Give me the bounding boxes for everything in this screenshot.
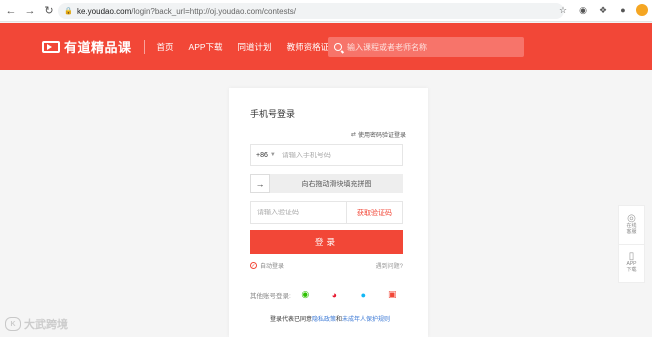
browser-toolbar: ← → ↻ 🔒 ke.youdao.com/login?back_url=htt…	[0, 0, 652, 22]
reload-icon[interactable]: ↻	[41, 3, 57, 19]
phone-input[interactable]	[281, 151, 392, 159]
orange-extension-icon[interactable]	[636, 4, 648, 16]
search-box	[328, 37, 524, 57]
terms-prefix: 登录代表已同意	[270, 317, 313, 323]
chevron-down-icon[interactable]: ▼	[270, 152, 276, 158]
captcha-slider: → 向右拖动滑块填充拼图	[250, 174, 403, 193]
headset-icon: ◎	[627, 212, 636, 224]
app-download-button[interactable]: ▯ APP 下载	[619, 244, 644, 282]
country-code-select[interactable]: +86	[256, 152, 268, 159]
other-login-row: 其他账号登录: ◉ ◕ ● ▣	[250, 289, 399, 300]
qq-icon[interactable]: ●	[357, 289, 370, 300]
back-icon[interactable]: ←	[3, 3, 19, 19]
switch-icon: ⇄	[350, 132, 356, 138]
privacy-policy-link[interactable]: 隐私政策	[312, 317, 336, 323]
logo-play-icon	[42, 40, 60, 53]
verification-code-input[interactable]	[257, 209, 342, 216]
code-field: 获取验证码	[250, 201, 403, 224]
get-code-button[interactable]: 获取验证码	[347, 208, 402, 218]
phone-field: +86 ▼	[250, 144, 403, 166]
phone-icon: ▯	[628, 251, 635, 262]
profile-icon[interactable]: ●	[616, 3, 630, 17]
minor-protection-link[interactable]: 未成年人保护规则	[342, 317, 390, 323]
switch-to-password-login[interactable]: ⇄ 使用密码验证登录	[351, 130, 406, 139]
online-service-button[interactable]: ◎ 在线 客服	[619, 206, 644, 244]
auto-login-label[interactable]: 自动登录	[260, 261, 284, 270]
search-icon[interactable]	[334, 43, 342, 51]
weibo-icon[interactable]: ◕	[328, 289, 341, 300]
wechat-icon[interactable]: ◉	[299, 289, 312, 300]
logo-text: 有道精品课	[64, 40, 132, 55]
float-sidebar: ◎ 在线 客服 ▯ APP 下载	[618, 205, 645, 283]
logo-divider	[143, 39, 145, 54]
auto-login-checkbox[interactable]: ✓	[250, 262, 257, 269]
trouble-link[interactable]: 遇到问题?	[376, 261, 403, 270]
site-header: 有道精品课 首页 APP下载 同道计划 教师资格证公示	[0, 23, 652, 70]
social-login-list: ◉ ◕ ● ▣	[299, 289, 399, 300]
switch-login-label: 使用密码验证登录	[357, 133, 406, 139]
star-icon[interactable]: ☆	[556, 3, 570, 17]
url-host: ke.youdao.com	[77, 6, 132, 16]
slider-handle-arrow-icon[interactable]: →	[250, 174, 270, 193]
nav-home[interactable]: 首页	[157, 41, 174, 53]
browser-actions: ☆ ◉ ❖ ●	[556, 3, 648, 17]
login-card: 手机号登录 ⇄ 使用密码验证登录 +86 ▼ → 向右拖动滑块填充拼图 获取验证…	[229, 88, 428, 337]
nav-app-download[interactable]: APP下载	[189, 41, 223, 53]
auto-login-row: ✓ 自动登录 遇到问题?	[250, 261, 403, 270]
address-bar[interactable]: 🔒 ke.youdao.com/login?back_url=http://oj…	[58, 3, 564, 19]
watermark-text: 大武跨境	[24, 319, 68, 331]
login-button[interactable]: 登录	[250, 230, 403, 254]
online-service-label-2: 客服	[626, 228, 637, 235]
lock-icon: 🔒	[64, 8, 73, 15]
youdao-icon[interactable]: ▣	[386, 289, 399, 300]
site-logo[interactable]: 有道精品课	[42, 37, 132, 56]
watermark: K 大武跨境	[5, 316, 68, 332]
terms-notice: 登录代表已同意隐私政策和未成年人保护规则	[270, 314, 390, 323]
extension-icon[interactable]: ◉	[576, 3, 590, 17]
slider-hint: 向右拖动滑块填充拼图	[301, 180, 372, 188]
other-login-label: 其他账号登录:	[250, 292, 291, 300]
url-path: /login?back_url=http://oj.youdao.com/con…	[131, 6, 297, 16]
forward-icon[interactable]: →	[22, 3, 38, 19]
login-title: 手机号登录	[250, 109, 296, 119]
nav-partner-plan[interactable]: 同道计划	[238, 41, 272, 53]
search-input[interactable]	[347, 42, 517, 52]
puzzle-icon[interactable]: ❖	[596, 3, 610, 17]
app-download-label-2: 下载	[626, 267, 637, 273]
watermark-logo-icon: K	[5, 317, 21, 331]
